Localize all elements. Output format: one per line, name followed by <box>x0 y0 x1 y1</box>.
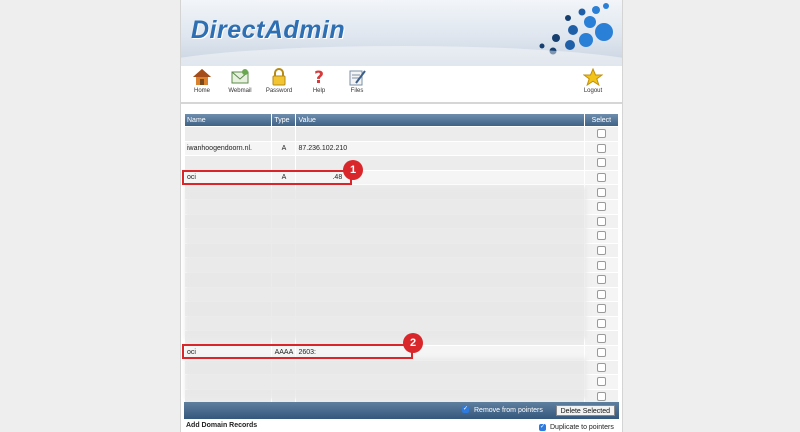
files-label: Files <box>350 88 364 94</box>
header-type: Type <box>272 114 296 126</box>
annotation-badge-1: 1 <box>343 160 363 180</box>
row-select-checkbox[interactable] <box>584 214 618 229</box>
cell-type <box>272 127 296 141</box>
header-name: Name <box>185 114 272 126</box>
logo: DirectAdmin <box>191 16 346 44</box>
logout-star-icon <box>583 68 603 86</box>
logout-label: Logout <box>583 88 603 94</box>
row-select-checkbox[interactable] <box>584 258 618 272</box>
help-icon: ? <box>314 68 324 86</box>
logo-dots-icon <box>539 3 613 55</box>
home-icon <box>193 69 211 85</box>
duplicate-to-pointers-label: Duplicate to pointers <box>550 424 614 431</box>
cell-name: iwanhoogendoorn.nl. <box>185 141 272 156</box>
row-select-checkbox[interactable] <box>584 331 618 345</box>
files-icon <box>349 70 366 86</box>
cell-name <box>185 156 272 170</box>
row-select-checkbox[interactable] <box>584 170 618 185</box>
cell-value <box>296 127 584 141</box>
highlight-box-oci-a <box>182 170 352 185</box>
cell-value <box>296 156 584 170</box>
row-select-checkbox[interactable] <box>584 316 618 331</box>
logout-button[interactable]: Logout <box>570 68 616 94</box>
row-select-checkbox[interactable] <box>584 243 618 258</box>
remove-from-pointers-checkbox[interactable]: ✓ <box>462 406 469 413</box>
table-header-row: Name Type Value Select <box>185 114 618 126</box>
files-button[interactable]: Files <box>334 68 380 94</box>
row-select-checkbox[interactable] <box>584 360 618 375</box>
duplicate-to-pointers-checkbox[interactable]: ✓ <box>539 424 546 431</box>
table-row <box>185 127 618 141</box>
highlight-box-oci-aaaa <box>182 344 413 359</box>
row-select-checkbox[interactable] <box>584 199 618 214</box>
row-select-checkbox[interactable] <box>584 302 618 316</box>
header-banner: DirectAdmin <box>181 0 622 66</box>
redacted-area <box>185 187 587 339</box>
cell-name <box>185 127 272 141</box>
svg-text:?: ? <box>314 68 324 86</box>
row-select-checkbox[interactable] <box>584 375 618 389</box>
webmail-icon <box>231 69 249 84</box>
table-row: iwanhoogendoorn.nl. A 87.236.102.210 <box>185 141 618 156</box>
lock-icon <box>272 68 286 86</box>
header-select: Select <box>584 114 618 126</box>
cell-type: A <box>272 141 296 156</box>
row-select-checkbox[interactable] <box>584 287 618 302</box>
row-select-checkbox[interactable] <box>584 185 618 199</box>
delete-selected-button[interactable]: Delete Selected <box>555 405 615 416</box>
cell-type <box>272 156 296 170</box>
row-select-checkbox[interactable] <box>584 127 618 141</box>
remove-from-pointers-label: Remove from pointers <box>474 407 543 414</box>
row-select-checkbox[interactable] <box>584 272 618 287</box>
header-value: Value <box>296 114 584 126</box>
row-select-checkbox[interactable] <box>584 345 618 360</box>
row-select-checkbox[interactable] <box>584 229 618 243</box>
directadmin-panel: DirectAdmin Home Webmail Password ? Help… <box>180 0 623 432</box>
annotation-badge-2: 2 <box>403 333 423 353</box>
row-select-checkbox[interactable] <box>584 141 618 156</box>
add-domain-records-title: Add Domain Records <box>186 422 258 429</box>
table-row <box>185 156 618 170</box>
row-select-checkbox[interactable] <box>584 156 618 170</box>
redacted-area <box>185 358 587 399</box>
toolbar: Home Webmail Password ? Help Files Logou… <box>181 66 622 104</box>
table-footer-bar: ✓ Remove from pointers Delete Selected <box>184 402 619 419</box>
cell-value: 87.236.102.210 <box>296 141 584 156</box>
